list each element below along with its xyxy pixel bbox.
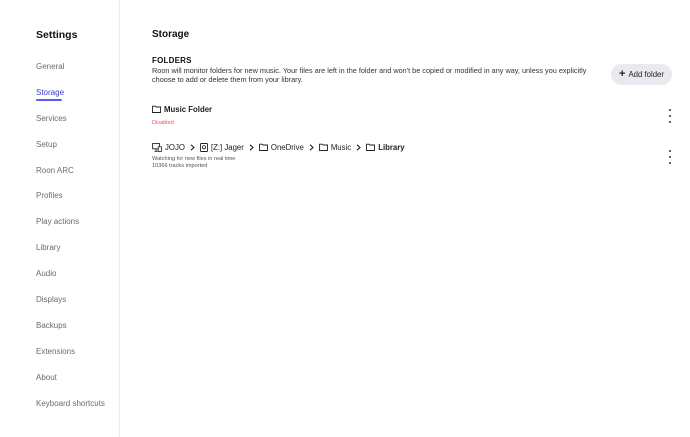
sidebar-item-roon-arc[interactable]: Roon ARC — [36, 166, 105, 192]
sidebar-item-label: Setup — [36, 139, 57, 149]
sidebar-item-label: Backups — [36, 320, 67, 330]
path-label: Music — [330, 142, 352, 152]
sidebar-item-label: Displays — [36, 295, 67, 305]
sidebar-title: Settings — [36, 29, 78, 41]
folder-status: Watching for new files in real time — [152, 156, 236, 162]
folder-icon — [152, 105, 161, 113]
sidebar-item-services[interactable]: Services — [36, 114, 105, 140]
path-segment: Library — [366, 142, 405, 152]
sidebar-item-play-actions[interactable]: Play actions — [36, 217, 105, 243]
path-segment: JOJO — [152, 143, 185, 152]
sidebar-item-label: Services — [36, 113, 67, 123]
path-segment: [Z:] Jager — [199, 142, 244, 152]
sidebar-item-storage[interactable]: Storage — [36, 88, 105, 114]
folder-icon — [366, 143, 376, 151]
sidebar-item-label: Roon ARC — [36, 165, 74, 175]
sidebar-item-backups[interactable]: Backups — [36, 321, 105, 347]
sidebar-item-label: Extensions — [36, 346, 76, 356]
sidebar-item-label: Storage — [36, 87, 65, 97]
folder-row[interactable]: JOJO [Z:] Jager OneDrive Music Library W… — [152, 141, 672, 170]
path-label: [Z:] Jager — [210, 142, 244, 152]
sidebar-item-general[interactable]: General — [36, 62, 105, 88]
path-segment: Music — [318, 142, 352, 152]
more-vertical-icon[interactable] — [666, 150, 674, 164]
sidebar-item-label: About — [36, 372, 57, 382]
path-label: Library — [378, 142, 405, 152]
active-indicator — [36, 98, 62, 101]
sidebar-item-about[interactable]: About — [36, 373, 105, 399]
chevron-right-icon — [309, 143, 314, 151]
path-label: OneDrive — [270, 142, 304, 152]
folder-icon — [258, 143, 268, 151]
chevron-right-icon — [249, 143, 254, 151]
page-title: Storage — [152, 29, 190, 40]
folder-icon — [318, 143, 328, 151]
path-segment: OneDrive — [258, 142, 304, 152]
sidebar-item-label: Library — [36, 243, 61, 253]
sidebar-item-label: Keyboard shortcuts — [36, 398, 105, 408]
section-description: Roon will monitor folders for new music.… — [152, 66, 587, 85]
sidebar-item-label: Profiles — [36, 191, 63, 201]
add-folder-button[interactable]: + Add folder — [611, 64, 672, 85]
add-folder-label: Add folder — [628, 70, 664, 79]
folder-path: Music Folder — [152, 103, 672, 115]
settings-nav: General Storage Services Setup Roon ARC … — [36, 62, 105, 424]
path-segment: Music Folder — [152, 105, 212, 114]
sidebar-item-label: Audio — [36, 269, 57, 279]
settings-sidebar: Settings General Storage Services Setup … — [0, 0, 120, 437]
sidebar-item-setup[interactable]: Setup — [36, 140, 105, 166]
sidebar-item-audio[interactable]: Audio — [36, 269, 105, 295]
folder-track-count: 10366 tracks imported — [152, 163, 208, 169]
sidebar-item-extensions[interactable]: Extensions — [36, 347, 105, 373]
sidebar-item-profiles[interactable]: Profiles — [36, 191, 105, 217]
sidebar-item-displays[interactable]: Displays — [36, 295, 105, 321]
sidebar-item-library[interactable]: Library — [36, 243, 105, 269]
sidebar-item-label: General — [36, 62, 65, 71]
chevron-right-icon — [356, 143, 362, 151]
folder-path: JOJO [Z:] Jager OneDrive Music Library — [152, 141, 672, 153]
computer-icon — [152, 142, 162, 152]
more-vertical-icon[interactable] — [666, 109, 674, 123]
plus-icon: + — [619, 67, 626, 80]
chevron-right-icon — [190, 143, 195, 151]
folder-row[interactable]: Music Folder Disabled — [152, 103, 672, 127]
path-label: JOJO — [165, 142, 185, 152]
sidebar-item-label: Play actions — [36, 217, 80, 227]
sidebar-item-keyboard-shortcuts[interactable]: Keyboard shortcuts — [36, 399, 105, 425]
folder-name: Music Folder — [164, 104, 213, 114]
folder-status: Disabled — [152, 120, 174, 126]
section-heading: FOLDERS — [152, 56, 192, 65]
storage-panel: Storage FOLDERS Roon will monitor folder… — [152, 0, 690, 437]
drive-icon — [199, 142, 208, 152]
